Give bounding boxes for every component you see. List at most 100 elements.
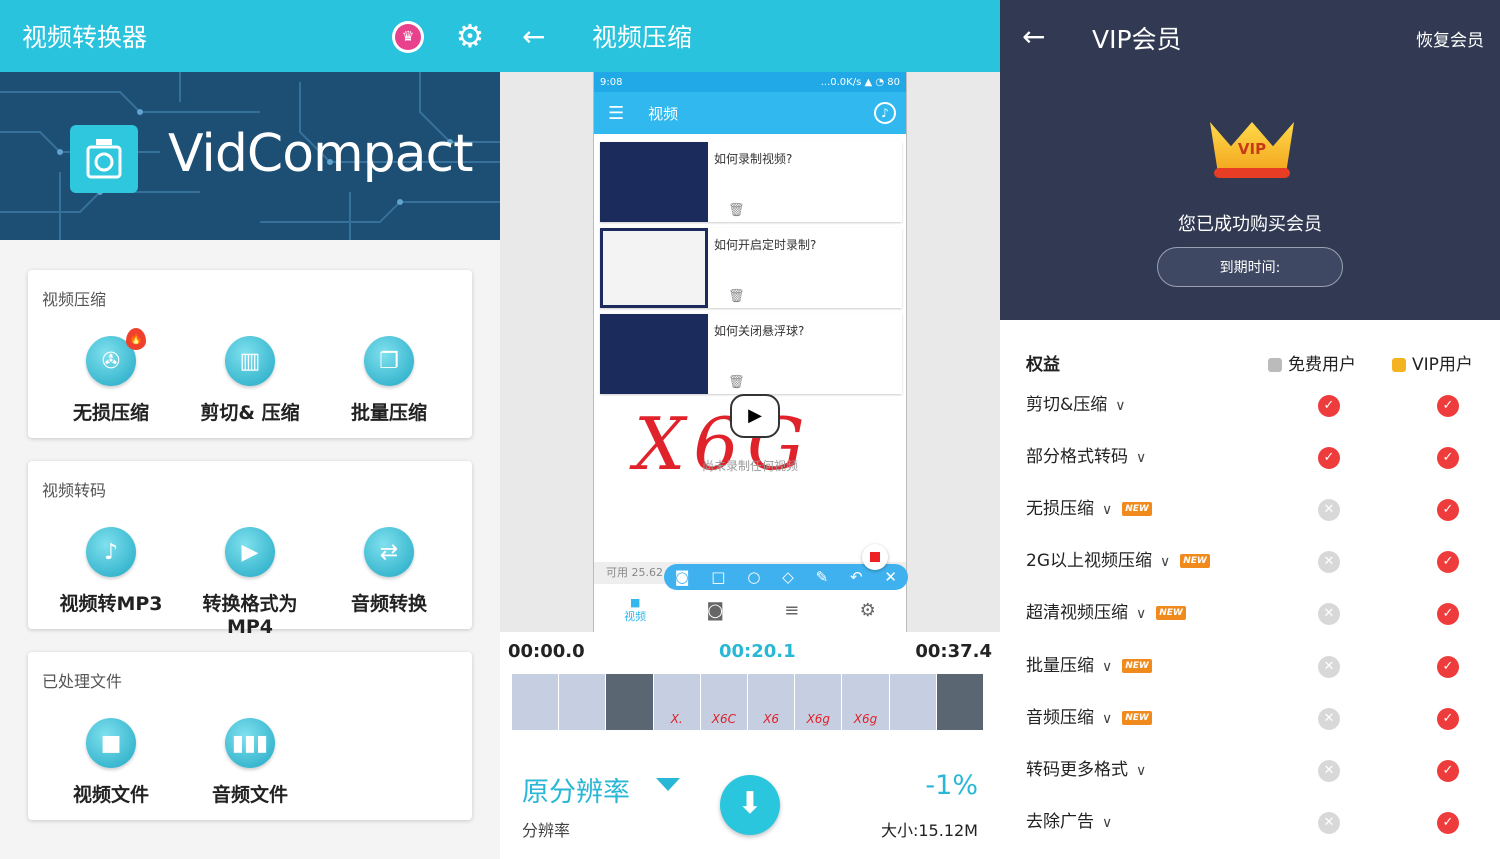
video-timeline[interactable]: X. X6C X6 X6g X6g bbox=[512, 674, 985, 730]
resolution-select[interactable]: 原分辨率 bbox=[522, 770, 630, 809]
back-arrow-icon[interactable]: ← bbox=[522, 20, 552, 53]
waveform-icon: ▮▮▮ bbox=[225, 718, 275, 768]
restore-membership-link[interactable]: 恢复会员 bbox=[1416, 26, 1484, 51]
benefit-row[interactable]: 批量压缩 ∨ NEW ✕ ✓ bbox=[1000, 652, 1500, 704]
trash-icon: 🗑 bbox=[728, 289, 745, 304]
cross-icon: ✕ bbox=[1318, 551, 1340, 573]
eraser-icon: ◇ bbox=[782, 568, 794, 586]
cross-icon: ✕ bbox=[1318, 760, 1340, 782]
frame-mark: X6g bbox=[806, 712, 831, 726]
compress-screen: ← 视频压缩 9:08 ...0.0K/s ▲ ◔ 80 ☰ 视频 ♪ 如何录制… bbox=[500, 0, 1000, 859]
benefit-label: 剪切&压缩 bbox=[1026, 395, 1108, 415]
back-arrow-icon[interactable]: ← bbox=[1022, 20, 1045, 53]
phone-status-bar: 9:08 ...0.0K/s ▲ ◔ 80 bbox=[594, 72, 906, 92]
cross-icon: ✕ bbox=[1318, 812, 1340, 834]
benefit-row[interactable]: 部分格式转码 ∨ ✓ ✓ bbox=[1000, 443, 1500, 495]
video-thumbnail bbox=[600, 142, 708, 222]
video-title: 如何关闭悬浮球? bbox=[714, 324, 805, 338]
settings-gear-icon[interactable]: ⚙ bbox=[452, 18, 488, 54]
frame-thumb bbox=[889, 674, 937, 730]
video-thumbnail bbox=[600, 228, 708, 308]
audio-files-button[interactable]: ▮▮▮ 音频文件 bbox=[180, 718, 320, 807]
frame-mark: X6C bbox=[711, 712, 737, 726]
chevron-down-icon: ∨ bbox=[1136, 763, 1147, 779]
music-note-icon: ♪ bbox=[86, 527, 136, 577]
free-user-header: 免费用户 bbox=[1268, 350, 1356, 375]
check-icon: ✓ bbox=[1437, 760, 1459, 782]
frame-thumb bbox=[936, 674, 985, 730]
empty-text: 尚未录制任何视频 bbox=[701, 459, 798, 473]
benefit-row[interactable]: 剪切&压缩 ∨ ✓ ✓ bbox=[1000, 391, 1500, 443]
trash-icon: 🗑 bbox=[728, 203, 745, 218]
trash-icon: 🗑 bbox=[728, 375, 745, 390]
new-badge: NEW bbox=[1180, 554, 1210, 568]
brand-banner: VidCompact bbox=[0, 72, 500, 240]
download-compress-button[interactable]: ⬇ bbox=[720, 775, 780, 835]
benefit-label: 批量压缩 bbox=[1026, 656, 1094, 676]
benefit-name: 转码更多格式 ∨ bbox=[1026, 756, 1146, 785]
check-icon: ✓ bbox=[1437, 551, 1459, 573]
timeline-current: 00:20.1 bbox=[719, 641, 796, 662]
square-icon: □ bbox=[711, 568, 726, 586]
vip-crown-icon: VIP bbox=[1200, 106, 1304, 178]
chevron-down-icon: ∨ bbox=[1102, 659, 1113, 675]
phone-bottom-nav: ■ 视频 ◙ ≡ ⚙ bbox=[594, 588, 906, 632]
batch-compress-button[interactable]: ❐ 批量压缩 bbox=[319, 336, 459, 425]
frame-thumb: X6 bbox=[748, 674, 796, 730]
new-badge: NEW bbox=[1156, 606, 1186, 620]
menu-icon: ☰ bbox=[608, 102, 625, 124]
video-to-mp3-button[interactable]: ♪ 视频转MP3 bbox=[41, 527, 181, 616]
benefit-row[interactable]: 超清视频压缩 ∨ NEW ✕ ✓ bbox=[1000, 599, 1500, 651]
item-label: 视频转MP3 bbox=[59, 593, 163, 615]
stack-icon: ❐ bbox=[364, 336, 414, 386]
files-card: 已处理文件 ■ 视频文件 ▮▮▮ 音频文件 bbox=[28, 652, 472, 820]
convert-mp4-button[interactable]: ▶ 转换格式为MP4 bbox=[180, 527, 320, 638]
brush-icon: ✎ bbox=[815, 568, 829, 586]
play-icon: ▶ bbox=[225, 527, 275, 577]
cross-icon: ✕ bbox=[1318, 499, 1340, 521]
check-icon: ✓ bbox=[1437, 656, 1459, 678]
film-reel-icon: ✇ 🔥 bbox=[86, 328, 146, 386]
frame-mark: X. bbox=[670, 712, 683, 726]
phone-time: 9:08 bbox=[600, 76, 623, 88]
benefit-label: 部分格式转码 bbox=[1026, 447, 1128, 467]
video-files-button[interactable]: ■ 视频文件 bbox=[41, 718, 181, 807]
video-list-item: 如何关闭悬浮球? 🗑 bbox=[600, 314, 902, 394]
crown-band bbox=[1214, 168, 1290, 178]
video-preview[interactable]: 9:08 ...0.0K/s ▲ ◔ 80 ☰ 视频 ♪ 如何录制视频? 🗑 如… bbox=[593, 72, 908, 632]
vip-crown-button[interactable]: ♛ bbox=[392, 21, 424, 53]
cross-icon: ✕ bbox=[1318, 708, 1340, 730]
frame-thumb bbox=[559, 674, 607, 730]
benefit-name: 音频压缩 ∨ NEW bbox=[1026, 704, 1152, 733]
free-user-label: 免费用户 bbox=[1288, 355, 1356, 375]
benefit-label: 2G以上视频压缩 bbox=[1026, 551, 1152, 571]
benefit-name: 批量压缩 ∨ NEW bbox=[1026, 652, 1152, 681]
camera-icon: ◙ bbox=[706, 599, 724, 621]
music-icon: ♪ bbox=[874, 102, 896, 124]
benefit-name: 无损压缩 ∨ NEW bbox=[1026, 495, 1152, 524]
new-badge: NEW bbox=[1122, 659, 1152, 673]
new-badge: NEW bbox=[1122, 711, 1152, 725]
frame-thumb: X6g bbox=[795, 674, 843, 730]
lossless-compress-button[interactable]: ✇ 🔥 无损压缩 bbox=[41, 328, 181, 425]
benefit-row[interactable]: 2G以上视频压缩 ∨ NEW ✕ ✓ bbox=[1000, 547, 1500, 599]
benefit-row[interactable]: 转码更多格式 ∨ ✕ ✓ bbox=[1000, 756, 1500, 808]
audio-convert-button[interactable]: ⇄ 音频转换 bbox=[319, 527, 459, 616]
zip-icon: ▥ bbox=[225, 336, 275, 386]
item-label: 剪切& 压缩 bbox=[200, 402, 300, 424]
benefit-name: 超清视频压缩 ∨ NEW bbox=[1026, 599, 1186, 628]
benefit-row[interactable]: 音频压缩 ∨ NEW ✕ ✓ bbox=[1000, 704, 1500, 756]
benefit-row[interactable]: 去除广告 ∨ ✕ ✓ bbox=[1000, 808, 1500, 859]
size-change-percent: -1% bbox=[925, 770, 978, 801]
benefits-header: 权益 bbox=[1026, 355, 1060, 375]
card-label: 视频转码 bbox=[42, 481, 107, 500]
brand-name: VidCompact bbox=[168, 124, 474, 184]
benefit-row[interactable]: 无损压缩 ∨ NEW ✕ ✓ bbox=[1000, 495, 1500, 547]
cut-compress-button[interactable]: ▥ 剪切& 压缩 bbox=[180, 336, 320, 425]
chevron-down-icon: ∨ bbox=[1102, 815, 1113, 831]
dropdown-caret-icon[interactable] bbox=[656, 778, 680, 791]
phone-app-bar: ☰ 视频 ♪ bbox=[594, 92, 906, 134]
item-label: 批量压缩 bbox=[350, 402, 427, 424]
phone-status-icons: ...0.0K/s ▲ ◔ 80 bbox=[820, 76, 900, 88]
vip-header: ← VIP会员 恢复会员 VIP 您已成功购买会员 到期时间: bbox=[1000, 0, 1500, 320]
